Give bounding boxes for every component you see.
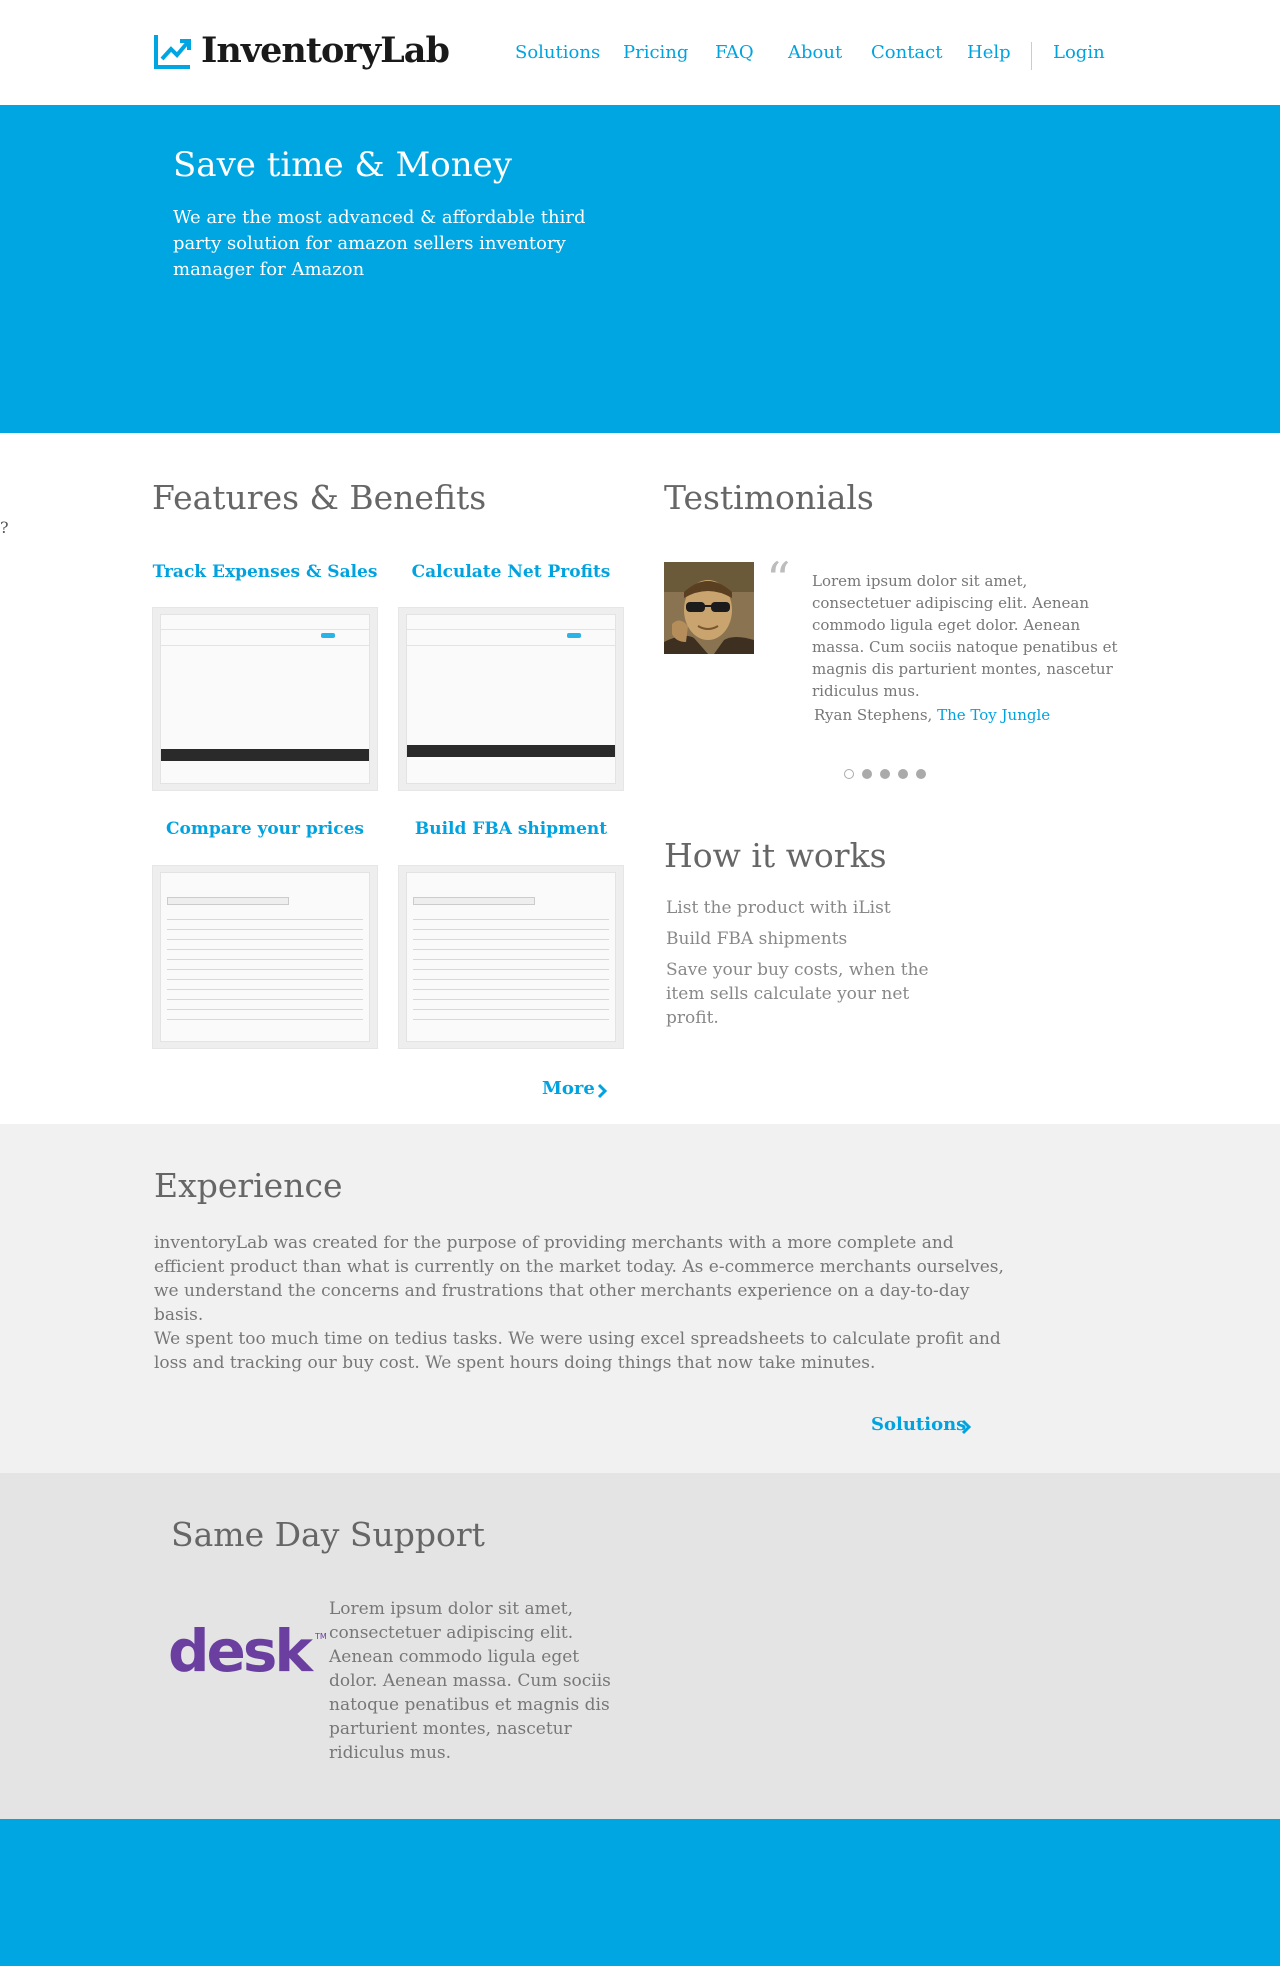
- carousel-dot-3[interactable]: [880, 769, 890, 779]
- feature-label-track-expenses[interactable]: Track Expenses & Sales: [152, 562, 378, 582]
- nav-contact[interactable]: Contact: [871, 42, 942, 63]
- table-row-line: [413, 1009, 609, 1010]
- table-row-line: [167, 959, 363, 960]
- experience-section: Experience inventoryLab was created for …: [0, 1124, 1280, 1473]
- feature-label-fba-shipment[interactable]: Build FBA shipment: [398, 819, 624, 839]
- nav-help[interactable]: Help: [967, 42, 1011, 63]
- experience-paragraph: inventoryLab was created for the purpose…: [154, 1233, 1004, 1325]
- screenshot-frame: [160, 872, 370, 1042]
- how-step: Build FBA shipments: [666, 929, 848, 949]
- nav-solutions[interactable]: Solutions: [515, 42, 600, 63]
- site-footer: [0, 1819, 1280, 1966]
- table-row-line: [413, 949, 609, 950]
- nav-about[interactable]: About: [788, 42, 842, 63]
- table-row-line: [413, 959, 609, 960]
- table-row-line: [167, 989, 363, 990]
- carousel-dot-5[interactable]: [916, 769, 926, 779]
- carousel-dots: [844, 769, 934, 779]
- table-row-line: [413, 919, 609, 920]
- desk-logo: desk TM: [168, 1621, 327, 1681]
- solutions-link[interactable]: Solutions: [871, 1414, 966, 1435]
- screenshot-dark-bar: [407, 745, 615, 757]
- how-step: Save your buy costs, when the item sells…: [666, 960, 929, 1028]
- carousel-dot-4[interactable]: [898, 769, 908, 779]
- carousel-dot-1[interactable]: [844, 769, 854, 779]
- desk-trademark: TM: [315, 1631, 327, 1641]
- nav-login[interactable]: Login: [1053, 42, 1105, 63]
- table-row-line: [167, 919, 363, 920]
- quote-mark-icon: “: [766, 552, 791, 608]
- table-row-line: [413, 989, 609, 990]
- support-text: Lorem ipsum dolor sit amet, consectetuer…: [329, 1599, 611, 1763]
- table-row-line: [413, 979, 609, 980]
- hero-subtitle: We are the most advanced & affordable th…: [173, 207, 586, 280]
- table-row-line: [167, 1019, 363, 1020]
- screenshot-frame: [160, 614, 370, 784]
- screenshot-search-button: [567, 633, 581, 638]
- feature-screenshot-compare-prices[interactable]: [152, 865, 378, 1049]
- main-nav: Solutions Pricing FAQ About Contact Help…: [0, 42, 1280, 70]
- how-it-works-list: List the product with iList Build FBA sh…: [666, 896, 956, 1037]
- testimonial-avatar: [664, 562, 754, 654]
- chevron-right-icon: [597, 1083, 608, 1099]
- screenshot-filter-buttons: [167, 897, 289, 905]
- experience-title: Experience: [154, 1166, 343, 1205]
- experience-paragraph: We spent too much time on tedius tasks. …: [154, 1329, 1001, 1373]
- hero-banner: Save time & Money We are the most advanc…: [0, 105, 1280, 433]
- testimonial-quote: Lorem ipsum dolor sit amet, consectetuer…: [812, 572, 1118, 700]
- screenshot-divider: [161, 645, 369, 646]
- feature-label-net-profits[interactable]: Calculate Net Profits: [398, 562, 624, 582]
- chevron-right-icon: [961, 1419, 972, 1435]
- table-row-line: [167, 969, 363, 970]
- screenshot-divider: [407, 645, 615, 646]
- support-title: Same Day Support: [171, 1515, 485, 1554]
- features-title: Features & Benefits: [152, 478, 487, 517]
- table-row-line: [167, 999, 363, 1000]
- table-row-line: [413, 939, 609, 940]
- screenshot-frame: [406, 614, 616, 784]
- table-row-line: [413, 999, 609, 1000]
- how-step: List the product with iList: [666, 898, 891, 918]
- screenshot-toolbar-line: [407, 629, 615, 630]
- nav-divider: [1031, 42, 1032, 70]
- features-more-link[interactable]: More: [542, 1078, 595, 1099]
- nav-faq[interactable]: FAQ: [715, 42, 754, 63]
- screenshot-search-button: [321, 633, 335, 638]
- table-row-line: [167, 929, 363, 930]
- support-section: Same Day Support desk TM Lorem ipsum dol…: [0, 1473, 1280, 1819]
- person-photo-icon: [664, 562, 754, 654]
- table-row-line: [167, 1009, 363, 1010]
- table-row-line: [413, 969, 609, 970]
- stray-glyph: ?: [0, 518, 9, 537]
- carousel-dot-2[interactable]: [862, 769, 872, 779]
- author-company-link[interactable]: The Toy Jungle: [937, 706, 1050, 724]
- feature-screenshot-fba-shipment[interactable]: [398, 865, 624, 1049]
- nav-pricing[interactable]: Pricing: [623, 42, 688, 63]
- table-row-line: [413, 929, 609, 930]
- feature-screenshot-track-expenses[interactable]: [152, 607, 378, 791]
- table-row-line: [167, 949, 363, 950]
- feature-screenshot-net-profits[interactable]: [398, 607, 624, 791]
- testimonial-author: Ryan Stephens, The Toy Jungle: [814, 706, 1050, 724]
- screenshot-filter-buttons: [413, 897, 535, 905]
- table-row-line: [413, 1019, 609, 1020]
- table-row-line: [167, 979, 363, 980]
- desk-logo-text: desk: [168, 1617, 313, 1685]
- site-header: InventoryLab Solutions Pricing FAQ About…: [0, 0, 1280, 105]
- hero-title: Save time & Money: [173, 145, 512, 185]
- testimonials-title: Testimonials: [664, 478, 874, 517]
- screenshot-frame: [406, 872, 616, 1042]
- screenshot-toolbar-line: [161, 629, 369, 630]
- author-name: Ryan Stephens,: [814, 706, 933, 724]
- how-it-works-title: How it works: [664, 836, 887, 875]
- screenshot-dark-bar: [161, 749, 369, 761]
- table-row-line: [167, 939, 363, 940]
- feature-label-compare-prices[interactable]: Compare your prices: [152, 819, 378, 839]
